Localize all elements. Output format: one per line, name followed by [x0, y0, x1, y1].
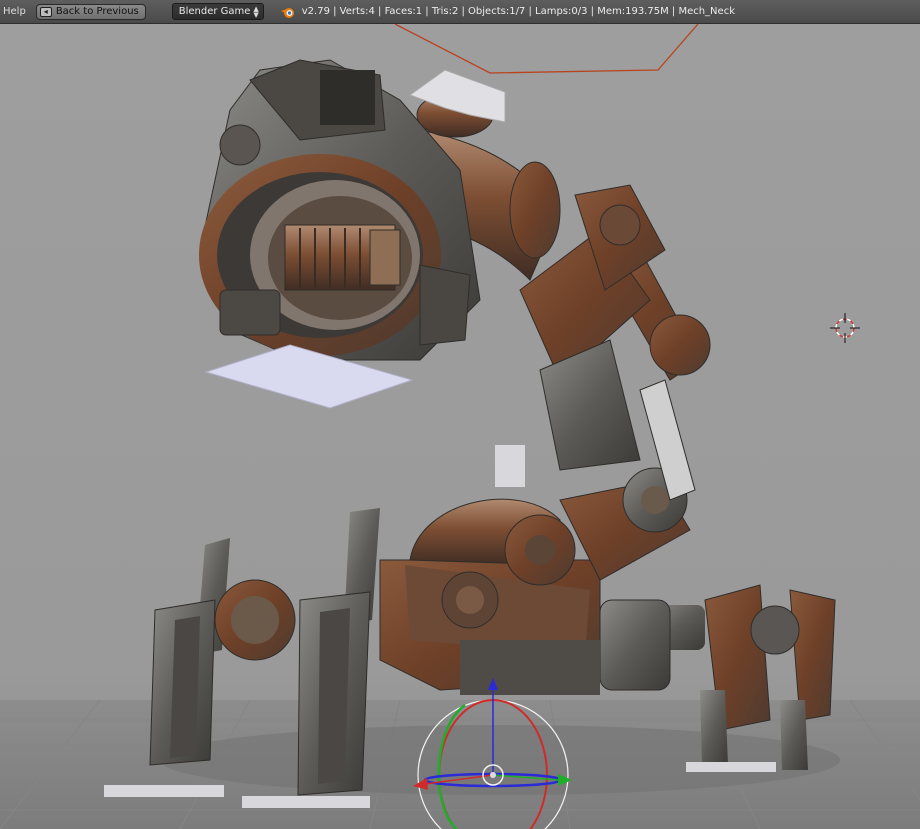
render-engine-select[interactable]: Blender Game ▲ ▼: [171, 3, 264, 20]
blender-logo-icon: [280, 7, 294, 18]
info-header: Help ◂ Back to Previous Blender Game ▲ ▼ …: [0, 0, 920, 24]
menu-help[interactable]: Help: [3, 6, 26, 17]
viewport-scene: [0, 24, 920, 829]
back-to-previous-button[interactable]: ◂ Back to Previous: [35, 3, 146, 20]
select-arrows-icon: ▲ ▼: [253, 4, 259, 19]
back-arrow-icon: ◂: [39, 6, 52, 17]
selected-mech-neck-outline[interactable]: [394, 24, 699, 74]
back-to-previous-label: Back to Previous: [55, 6, 139, 17]
mech-body[interactable]: [379, 445, 671, 695]
3d-viewport[interactable]: [0, 24, 920, 829]
3d-cursor-icon[interactable]: [830, 313, 860, 343]
scene-statistics: v2.79 | Verts:4 | Faces:1 | Tris:2 | Obj…: [301, 6, 735, 17]
render-engine-label: Blender Game: [178, 6, 251, 17]
